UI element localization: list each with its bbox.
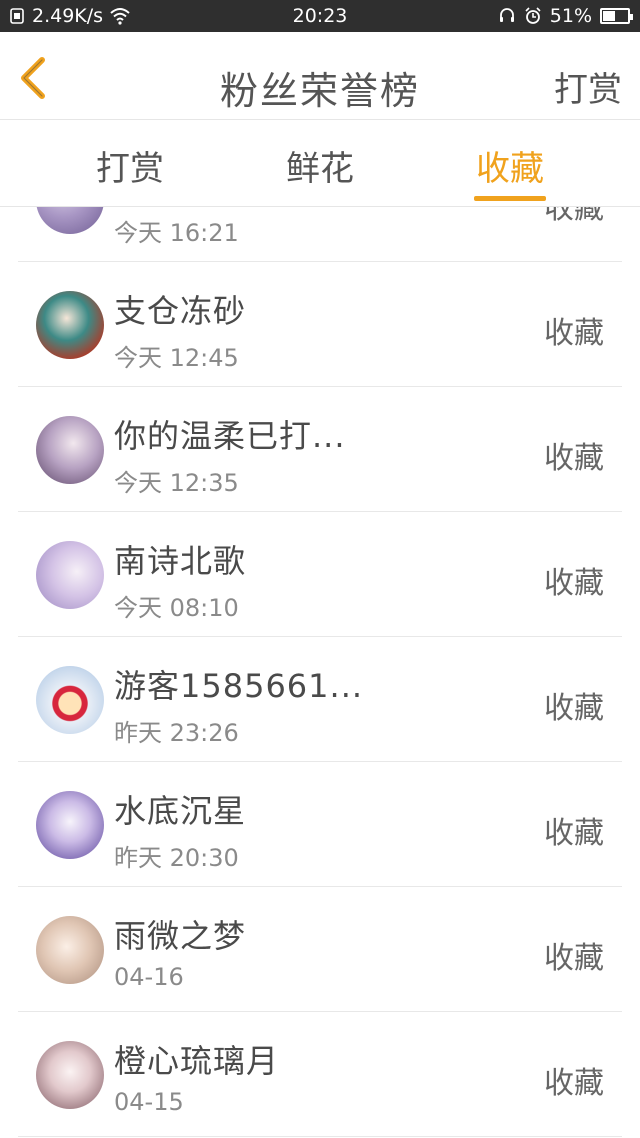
favorite-time: 今天 12:45 bbox=[114, 344, 239, 372]
avatar bbox=[36, 916, 104, 984]
list-item[interactable]: 支仓冻砂 今天 12:45 收藏 bbox=[18, 262, 622, 387]
user-name: 水底沉星 bbox=[114, 792, 247, 830]
tab-bar: 打赏 鲜花 收藏 bbox=[0, 121, 640, 207]
list-item[interactable]: 水底沉星 昨天 20:30 收藏 bbox=[18, 762, 622, 887]
user-name: 你的温柔已打... bbox=[114, 417, 346, 455]
avatar bbox=[36, 207, 104, 234]
favorite-tag: 收藏 bbox=[544, 941, 604, 976]
avatar bbox=[36, 541, 104, 609]
favorite-tag: 收藏 bbox=[544, 316, 604, 351]
user-name: 游客1585661... bbox=[114, 667, 364, 705]
favorite-tag: 收藏 bbox=[544, 441, 604, 476]
avatar bbox=[36, 1041, 104, 1109]
avatar bbox=[36, 791, 104, 859]
reward-button[interactable]: 打赏 bbox=[554, 62, 622, 111]
favorite-time: 今天 08:10 bbox=[114, 594, 239, 622]
headset-icon bbox=[499, 8, 514, 22]
fan-list[interactable]: 今天 16:21 收藏 支仓冻砂 今天 12:45 收藏 你的温柔已打... 今… bbox=[0, 207, 640, 1138]
user-name: 南诗北歌 bbox=[114, 542, 247, 580]
list-item[interactable]: 南诗北歌 今天 08:10 收藏 bbox=[18, 512, 622, 637]
list-item[interactable]: 你的温柔已打... 今天 12:35 收藏 bbox=[18, 387, 622, 512]
user-name: 支仓冻砂 bbox=[114, 292, 247, 330]
battery-fill bbox=[603, 11, 616, 21]
header: 粉丝荣誉榜 打赏 bbox=[0, 32, 640, 120]
favorite-tag: 收藏 bbox=[544, 207, 604, 226]
avatar bbox=[36, 416, 104, 484]
battery-percent: 51% bbox=[549, 5, 592, 27]
status-right: 51% bbox=[498, 5, 633, 27]
active-tab-indicator bbox=[474, 196, 546, 201]
favorite-time: 04-16 bbox=[114, 963, 184, 991]
alarm-icon bbox=[525, 7, 541, 24]
page-title: 粉丝荣誉榜 bbox=[219, 69, 420, 113]
favorite-tag: 收藏 bbox=[544, 1066, 604, 1101]
favorite-time: 昨天 20:30 bbox=[114, 844, 239, 872]
list-item[interactable]: 雨微之梦 04-16 收藏 bbox=[18, 887, 622, 1012]
user-name: 橙心琉璃月 bbox=[114, 1042, 280, 1080]
favorite-time: 04-15 bbox=[114, 1088, 184, 1116]
tab-reward[interactable]: 打赏 bbox=[96, 141, 164, 190]
status-bar: 2.49K/s 20:23 51% bbox=[0, 0, 640, 32]
favorite-tag: 收藏 bbox=[544, 691, 604, 726]
battery-icon bbox=[600, 8, 633, 24]
avatar bbox=[36, 666, 104, 734]
avatar bbox=[36, 291, 104, 359]
favorite-time: 今天 16:21 bbox=[114, 219, 239, 247]
user-name: 雨微之梦 bbox=[114, 917, 247, 955]
tab-favorites[interactable]: 收藏 bbox=[476, 141, 544, 190]
list-item[interactable]: 今天 16:21 收藏 bbox=[18, 207, 622, 262]
tab-flowers[interactable]: 鲜花 bbox=[286, 141, 354, 190]
favorite-tag: 收藏 bbox=[544, 566, 604, 601]
favorite-time: 昨天 23:26 bbox=[114, 719, 239, 747]
list-item[interactable]: 橙心琉璃月 04-15 收藏 bbox=[18, 1012, 622, 1137]
favorite-tag: 收藏 bbox=[544, 816, 604, 851]
favorite-time: 今天 12:35 bbox=[114, 469, 239, 497]
list-item[interactable]: 游客1585661... 昨天 23:26 收藏 bbox=[18, 637, 622, 762]
